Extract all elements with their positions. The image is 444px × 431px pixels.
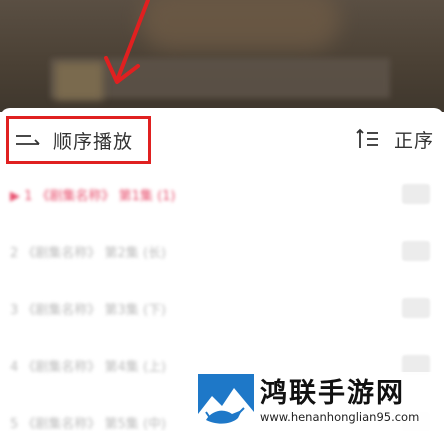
- sequential-play-icon: [16, 135, 40, 145]
- episode-badge: [402, 298, 430, 318]
- sort-ascending-icon: [356, 128, 378, 148]
- episode-title: 5 《剧集名称》 第5集 (中): [10, 417, 167, 431]
- video-backdrop: [0, 0, 444, 112]
- site-watermark: 鸿联手游网 www.henanhonglian95.com: [196, 372, 444, 431]
- episode-item[interactable]: 2 《剧集名称》 第2集 (长): [0, 223, 444, 280]
- play-mode-label: 顺序播放: [53, 130, 134, 153]
- episode-title: ▶ 1 《剧集名称》 第1集 (1): [10, 189, 176, 204]
- sort-order-button[interactable]: 正序: [356, 124, 434, 154]
- sheet-header: 顺序播放 正序: [0, 108, 444, 166]
- episode-badge: [402, 241, 430, 261]
- episode-title: 2 《剧集名称》 第2集 (长): [10, 246, 167, 261]
- episode-title: 3 《剧集名称》 第3集 (下): [10, 303, 167, 318]
- bull-logo-icon: [198, 373, 254, 430]
- video-frame-blur: [140, 0, 340, 50]
- watermark-name: 鸿联手游网: [260, 377, 405, 409]
- watermark-url: www.henanhonglian95.com: [260, 409, 420, 424]
- play-mode-button[interactable]: 顺序播放: [6, 116, 151, 164]
- episode-badge: [402, 184, 430, 204]
- episode-title: 4 《剧集名称》 第4集 (上): [10, 360, 167, 375]
- watermark-text: 鸿联手游网 www.henanhonglian95.com: [260, 377, 420, 425]
- video-thumbnail: [55, 62, 103, 100]
- sort-order-label: 正序: [393, 129, 434, 152]
- episode-item[interactable]: 3 《剧集名称》 第3集 (下): [0, 280, 444, 337]
- episode-item[interactable]: ▶ 1 《剧集名称》 第1集 (1): [0, 166, 444, 223]
